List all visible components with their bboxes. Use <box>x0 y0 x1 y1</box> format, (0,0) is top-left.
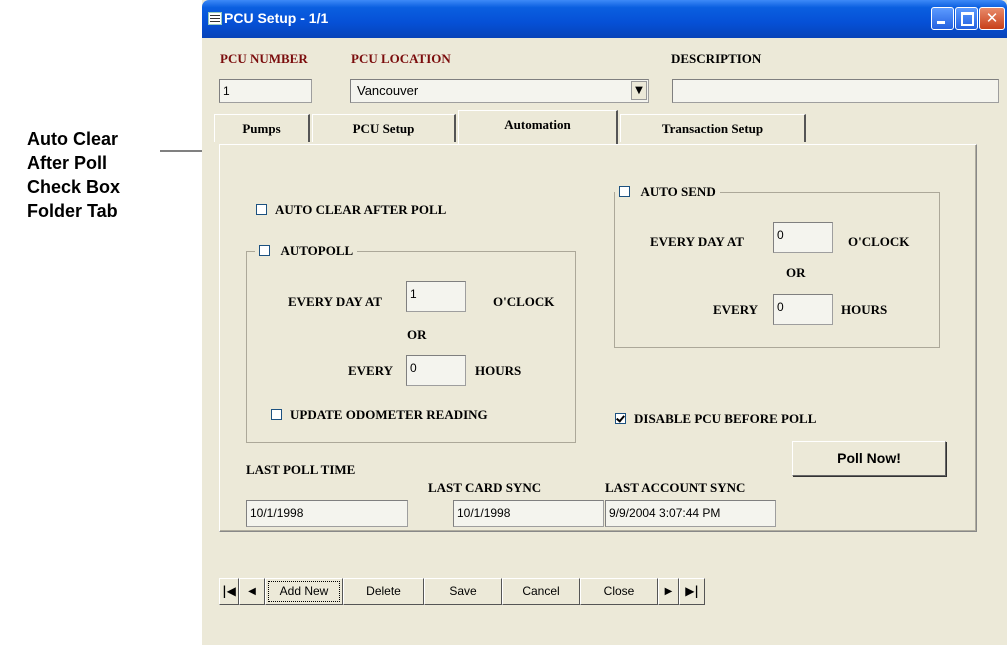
autosend-every-day-at-field[interactable]: 0 <box>773 222 833 253</box>
chevron-down-icon[interactable]: ▼ <box>631 81 647 100</box>
description-label: DESCRIPTION <box>671 51 762 66</box>
last-account-sync-label: LAST ACCOUNT SYNC <box>605 480 746 495</box>
autosend-every-label: EVERY <box>713 302 759 317</box>
autopoll-label: AUTOPOLL <box>280 243 354 258</box>
autopoll-checkbox[interactable] <box>259 245 270 256</box>
window-title: PCU Setup - 1/1 <box>224 10 329 26</box>
last-poll-time-field[interactable]: 10/1/1998 <box>246 500 408 527</box>
disable-pcu-checkbox[interactable] <box>615 413 626 424</box>
automation-panel: AUTO CLEAR AFTER POLL AUTOPOLL EVERY DAY… <box>219 144 977 532</box>
close-icon: ✕ <box>985 9 999 27</box>
autopoll-title: AUTOPOLL <box>255 242 358 260</box>
last-card-sync-field[interactable]: 10/1/1998 <box>453 500 604 527</box>
autopoll-every-hours-field[interactable]: 0 <box>406 355 466 386</box>
pcu-setup-window: PCU Setup - 1/1 ✕ PCU NUMBER PCU LOCATIO… <box>202 0 1007 645</box>
autosend-label: AUTO SEND <box>640 184 716 199</box>
title-bar[interactable]: PCU Setup - 1/1 ✕ <box>202 0 1007 38</box>
close-window-button[interactable]: ✕ <box>979 7 1005 30</box>
last-account-sync-field[interactable]: 9/9/2004 3:07:44 PM <box>605 500 776 527</box>
last-poll-time-label: LAST POLL TIME <box>246 462 356 477</box>
autopoll-or-label: OR <box>407 327 427 342</box>
autopoll-hours-label: HOURS <box>475 363 522 378</box>
autopoll-every-day-at-field[interactable]: 1 <box>406 281 466 312</box>
auto-clear-checkbox[interactable] <box>256 204 267 215</box>
pcu-number-field[interactable]: 1 <box>219 79 312 103</box>
minimize-button[interactable] <box>931 7 954 30</box>
minimize-icon <box>937 21 945 24</box>
autosend-every-hours-field[interactable]: 0 <box>773 294 833 325</box>
tab-transaction-setup[interactable]: Transaction Setup <box>620 114 806 142</box>
update-odometer-checkbox[interactable] <box>271 409 282 420</box>
next-record-button[interactable]: ▶ <box>658 578 679 605</box>
tab-pcu-setup[interactable]: PCU Setup <box>312 114 456 142</box>
auto-clear-label: AUTO CLEAR AFTER POLL <box>275 202 447 217</box>
pcu-location-combobox[interactable]: Vancouver ▼ <box>350 79 649 103</box>
last-card-sync-label: LAST CARD SYNC <box>428 480 542 495</box>
app-icon <box>208 12 222 25</box>
maximize-button[interactable] <box>955 7 978 30</box>
autosend-checkbox[interactable] <box>619 186 630 197</box>
pcu-number-label: PCU NUMBER <box>220 51 308 66</box>
poll-now-button[interactable]: Poll Now! <box>792 441 946 476</box>
prev-record-button[interactable]: ◀ <box>239 578 265 605</box>
autopoll-every-label: EVERY <box>348 363 394 378</box>
first-record-button[interactable]: |◀ <box>219 578 239 605</box>
close-button[interactable]: Close <box>580 578 658 605</box>
autosend-every-day-at-label: EVERY DAY AT <box>650 234 744 249</box>
pcu-location-value: Vancouver <box>357 83 419 98</box>
delete-button[interactable]: Delete <box>343 578 424 605</box>
autosend-oclock-label: O'CLOCK <box>848 234 910 249</box>
description-field[interactable] <box>672 79 999 103</box>
cancel-button[interactable]: Cancel <box>502 578 580 605</box>
maximize-icon <box>961 12 974 26</box>
save-button[interactable]: Save <box>424 578 502 605</box>
autosend-hours-label: HOURS <box>841 302 888 317</box>
autopoll-every-day-at-label: EVERY DAY AT <box>288 294 382 309</box>
last-record-button[interactable]: ▶| <box>679 578 705 605</box>
add-new-button[interactable]: Add New <box>265 578 343 605</box>
update-odometer-label: UPDATE ODOMETER READING <box>290 407 488 422</box>
autosend-or-label: OR <box>786 265 806 280</box>
disable-pcu-label: DISABLE PCU BEFORE POLL <box>634 411 817 426</box>
tab-pumps[interactable]: Pumps <box>214 114 310 142</box>
autosend-title: AUTO SEND <box>615 183 720 201</box>
autopoll-oclock-label: O'CLOCK <box>493 294 555 309</box>
tab-automation[interactable]: Automation <box>458 110 618 144</box>
pcu-location-label: PCU LOCATION <box>351 51 451 66</box>
